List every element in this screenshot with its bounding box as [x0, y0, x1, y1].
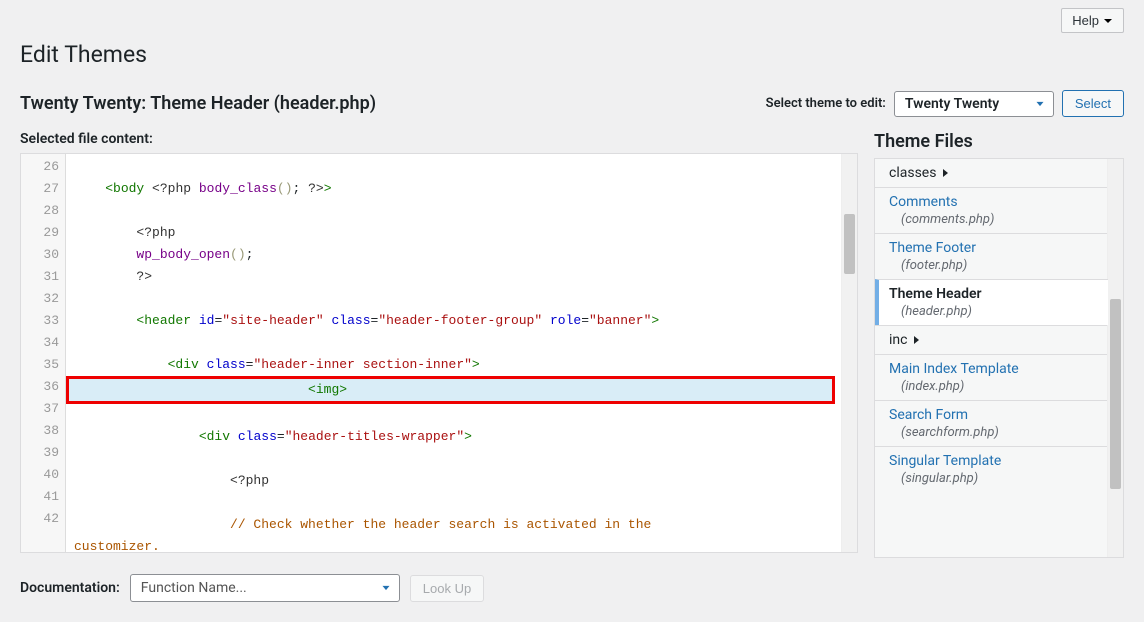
editor-scrollbar[interactable]	[841, 154, 857, 552]
help-button[interactable]: Help	[1061, 8, 1124, 33]
code-editor[interactable]: 2627282930313233343536373839404142 <body…	[20, 153, 858, 553]
code-line[interactable]	[66, 448, 841, 470]
file-tree-item[interactable]: Singular Template (singular.php)	[875, 446, 1107, 492]
file-tree-item[interactable]: classes	[875, 159, 1107, 187]
file-tree-item[interactable]: Comments (comments.php)	[875, 187, 1107, 233]
triangle-right-icon	[911, 335, 921, 345]
code-line[interactable]: <img>	[66, 376, 835, 404]
code-line[interactable]	[66, 156, 841, 178]
sidebar-scrollbar[interactable]	[1107, 159, 1123, 557]
file-sub: (singular.php)	[901, 471, 1097, 486]
file-name: Main Index Template	[889, 361, 1097, 377]
page-title: Edit Themes	[20, 41, 1124, 68]
code-line[interactable]: wp_body_open();	[66, 244, 841, 266]
scroll-thumb[interactable]	[844, 214, 855, 274]
code-line[interactable]: <body <?php body_class(); ?>>	[66, 178, 841, 200]
file-tree-item[interactable]: Search Form (searchform.php)	[875, 400, 1107, 446]
file-tree-item[interactable]: Main Index Template (index.php)	[875, 354, 1107, 400]
file-sub: (comments.php)	[901, 212, 1097, 227]
file-tree-item[interactable]: Theme Footer (footer.php)	[875, 233, 1107, 279]
code-line[interactable]: <div class="header-inner section-inner">	[66, 354, 841, 376]
file-name: inc	[889, 332, 1097, 348]
chevron-down-icon	[379, 581, 393, 595]
file-sub: (searchform.php)	[901, 425, 1097, 440]
file-sub: (header.php)	[901, 304, 1098, 319]
file-sub: (index.php)	[901, 379, 1097, 394]
code-line[interactable]: customizer.	[66, 536, 841, 552]
theme-select-value: Twenty Twenty	[905, 96, 999, 112]
code-line[interactable]: // Check whether the header search is ac…	[66, 514, 841, 536]
file-heading: Twenty Twenty: Theme Header (header.php)	[20, 93, 376, 114]
chevron-down-icon	[1033, 97, 1047, 111]
code-line[interactable]: ?>	[66, 266, 841, 288]
help-button-label: Help	[1072, 13, 1099, 28]
sidebar-heading: Theme Files	[874, 131, 1124, 152]
file-tree: classes Comments (comments.php) Theme Foot…	[874, 158, 1124, 558]
caret-down-icon	[1103, 16, 1113, 26]
triangle-right-icon	[940, 168, 950, 178]
code-line[interactable]: <?php	[66, 222, 841, 244]
code-line[interactable]	[66, 200, 841, 222]
file-tree-item[interactable]: Theme Header (header.php)	[875, 279, 1108, 325]
file-name: Theme Header	[889, 286, 1098, 302]
documentation-select[interactable]: Function Name...	[130, 574, 400, 602]
file-name: classes	[889, 165, 1097, 181]
code-line[interactable]: <div class="header-titles-wrapper">	[66, 426, 841, 448]
file-name: Theme Footer	[889, 240, 1097, 256]
lookup-button[interactable]: Look Up	[410, 575, 484, 602]
file-name: Comments	[889, 194, 1097, 210]
line-gutter: 2627282930313233343536373839404142	[21, 154, 66, 552]
file-tree-item[interactable]: inc	[875, 325, 1107, 354]
code-line[interactable]	[66, 492, 841, 514]
file-name: Singular Template	[889, 453, 1097, 469]
file-name: Search Form	[889, 407, 1097, 423]
code-line[interactable]	[66, 404, 841, 426]
documentation-select-value: Function Name...	[141, 580, 247, 596]
documentation-label: Documentation:	[20, 580, 120, 596]
editor-label: Selected file content:	[20, 131, 858, 147]
code-line[interactable]: <?php	[66, 470, 841, 492]
code-line[interactable]	[66, 288, 841, 310]
theme-select[interactable]: Twenty Twenty	[894, 91, 1054, 117]
select-theme-label: Select theme to edit:	[766, 96, 886, 111]
code-area[interactable]: <body <?php body_class(); ?>> <?php wp_b…	[66, 154, 841, 552]
select-button[interactable]: Select	[1062, 90, 1124, 117]
code-line[interactable]	[66, 332, 841, 354]
code-line[interactable]: <header id="site-header" class="header-f…	[66, 310, 841, 332]
scroll-thumb[interactable]	[1110, 299, 1121, 489]
file-sub: (footer.php)	[901, 258, 1097, 273]
